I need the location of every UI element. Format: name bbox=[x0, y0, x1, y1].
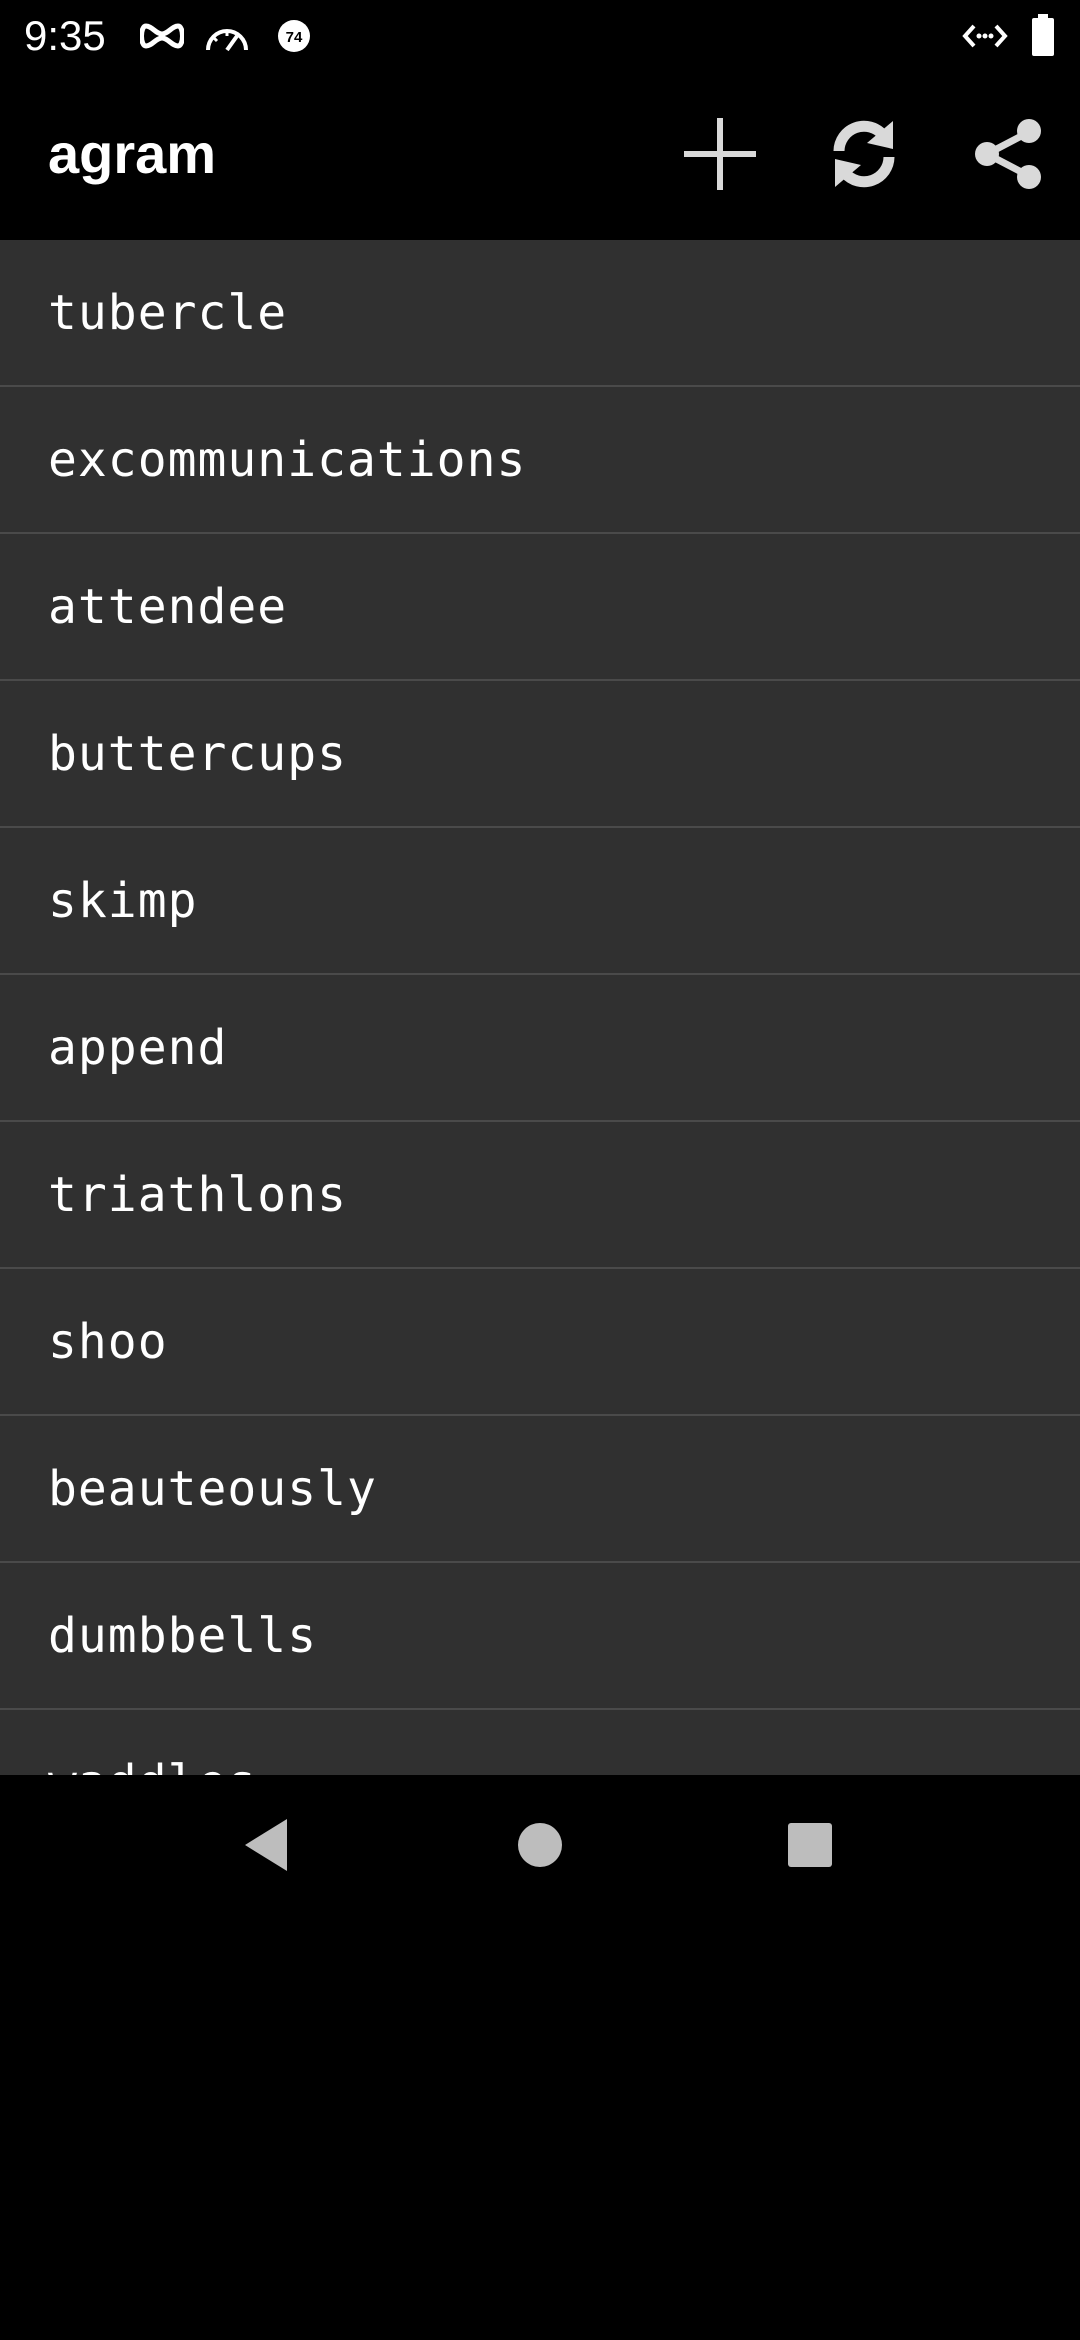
status-bar: 9:35 74 bbox=[0, 0, 1080, 72]
recents-button[interactable] bbox=[762, 1799, 858, 1895]
word-list-item[interactable]: tubercle bbox=[0, 240, 1080, 387]
app-title: agram bbox=[48, 122, 217, 185]
data-arrows-icon bbox=[962, 22, 1008, 55]
word-text: skimp bbox=[48, 872, 198, 929]
svg-text:74: 74 bbox=[286, 29, 303, 46]
navigation-bar bbox=[0, 1775, 1080, 1919]
back-icon bbox=[241, 1817, 291, 1878]
word-list-item[interactable]: append bbox=[0, 975, 1080, 1122]
word-text: append bbox=[48, 1019, 228, 1076]
word-text: triathlons bbox=[48, 1166, 347, 1223]
status-time: 9:35 bbox=[24, 12, 106, 59]
word-list-item[interactable]: excommunications bbox=[0, 387, 1080, 534]
word-text: beauteously bbox=[48, 1460, 377, 1517]
speedometer-icon bbox=[204, 20, 250, 59]
word-text: tubercle bbox=[48, 284, 288, 341]
word-text: shoo bbox=[48, 1313, 168, 1370]
word-list-item[interactable]: triathlons bbox=[0, 1122, 1080, 1269]
add-icon bbox=[682, 116, 758, 197]
word-text: dumbbells bbox=[48, 1607, 318, 1664]
badge-74-icon: 74 bbox=[276, 18, 312, 59]
word-text: excommunications bbox=[48, 431, 527, 488]
refresh-icon bbox=[827, 117, 901, 196]
word-list-item[interactable]: attendee bbox=[0, 534, 1080, 681]
back-button[interactable] bbox=[218, 1799, 314, 1895]
home-icon bbox=[517, 1822, 563, 1873]
incognito-icon bbox=[139, 22, 185, 55]
word-list-item[interactable]: skimp bbox=[0, 828, 1080, 975]
word-text: waddles bbox=[48, 1755, 257, 1776]
refresh-button[interactable] bbox=[816, 108, 912, 204]
word-text: attendee bbox=[48, 578, 288, 635]
word-text: buttercups bbox=[48, 725, 347, 782]
share-icon bbox=[973, 118, 1043, 195]
recents-icon bbox=[787, 1822, 833, 1873]
word-list-item[interactable]: dumbbells bbox=[0, 1563, 1080, 1710]
add-button[interactable] bbox=[672, 108, 768, 204]
word-list-item[interactable]: buttercups bbox=[0, 681, 1080, 828]
app-bar: agram bbox=[0, 72, 1080, 240]
word-list-item[interactable]: beauteously bbox=[0, 1416, 1080, 1563]
word-list[interactable]: tubercle excommunications attendee butte… bbox=[0, 240, 1080, 1775]
share-button[interactable] bbox=[960, 108, 1056, 204]
word-list-item[interactable]: shoo bbox=[0, 1269, 1080, 1416]
word-list-item[interactable]: waddles bbox=[0, 1710, 1080, 1776]
battery-icon bbox=[1030, 14, 1056, 61]
home-button[interactable] bbox=[492, 1799, 588, 1895]
